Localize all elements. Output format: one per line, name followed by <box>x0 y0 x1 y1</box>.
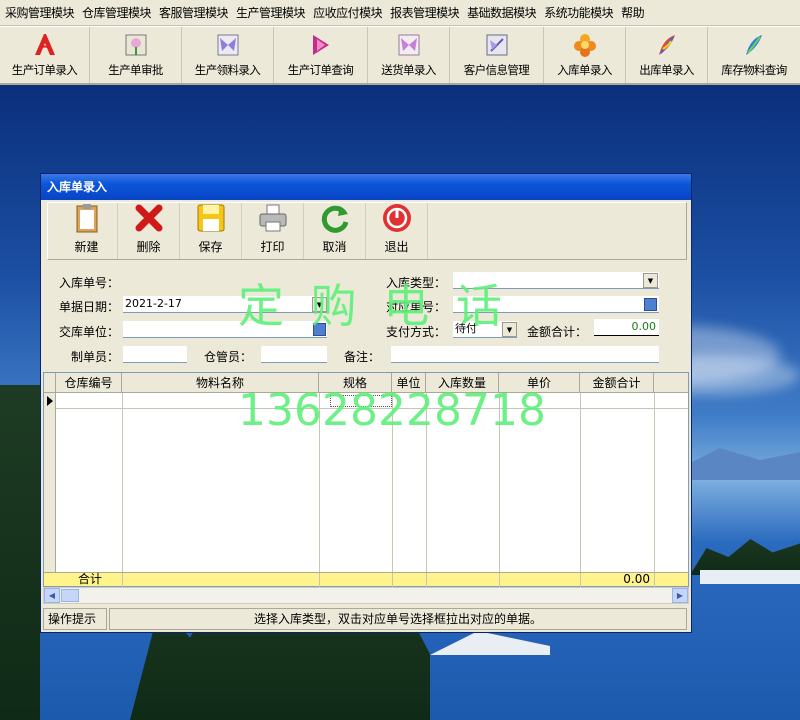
orange-flower-icon <box>571 31 599 59</box>
amount-value: 0.00 <box>594 319 659 336</box>
menu-bar: 采购管理模块 仓库管理模块 客服管理模块 生产管理模块 应收应付模块 报表管理模… <box>0 0 800 26</box>
scroll-left-button[interactable]: ◀ <box>44 588 60 603</box>
keeper-label: 仓管员： <box>204 350 253 364</box>
col-filler <box>654 373 688 393</box>
status-label: 操作提示 <box>43 608 107 630</box>
cancel-button[interactable]: 取消 <box>304 203 366 259</box>
toolbar-customer-info[interactable]: 客户信息管理 <box>450 27 544 83</box>
amount-label: 金额合计： <box>527 325 588 339</box>
menu-receivable-payable[interactable]: 应收应付模块 <box>311 4 388 21</box>
chevron-right-icon: ▶ <box>676 591 684 600</box>
grid-row-header-corner <box>44 373 56 393</box>
butterfly-pink-icon <box>395 31 423 59</box>
chevron-down-icon: ▼ <box>647 276 654 285</box>
scroll-right-button[interactable]: ▶ <box>672 588 688 603</box>
order-no-label: 入库单号： <box>59 276 120 290</box>
toolbar-inbound-entry[interactable]: 入库单录入 <box>544 27 626 83</box>
printer-icon <box>257 202 289 234</box>
chevron-left-icon: ◀ <box>48 591 56 600</box>
menu-help[interactable]: 帮助 <box>619 4 650 21</box>
pdf-document-icon <box>31 31 59 59</box>
red-power-icon <box>381 202 413 234</box>
menu-customer-service[interactable]: 客服管理模块 <box>157 4 234 21</box>
row-header-column <box>44 393 56 573</box>
menu-basic-data[interactable]: 基础数据模块 <box>465 4 542 21</box>
maker-input[interactable] <box>123 346 187 363</box>
watermark-title: 定 购 电 话 <box>238 279 508 333</box>
watermark-phone: 13628228718 <box>238 385 546 436</box>
total-amount: 0.00 <box>623 572 650 586</box>
ref-no-picker-icon[interactable] <box>644 298 657 311</box>
current-row-indicator-icon <box>47 396 53 406</box>
exit-button[interactable]: 退出 <box>366 203 428 259</box>
toolbar-delivery-entry[interactable]: 送货单录入 <box>368 27 450 83</box>
save-button[interactable]: 保存 <box>180 203 242 259</box>
red-x-icon <box>133 202 165 234</box>
toolbar-production-approval[interactable]: 生产单审批 <box>90 27 182 83</box>
total-label: 合计 <box>78 572 103 586</box>
butterfly-icon <box>214 31 242 59</box>
toolbar-production-material-entry[interactable]: 生产领料录入 <box>182 27 274 83</box>
menu-production[interactable]: 生产管理模块 <box>234 4 311 21</box>
toolbar-production-order-query[interactable]: 生产订单查询 <box>274 27 368 83</box>
dialog-title[interactable]: 入库单录入 <box>41 174 691 200</box>
col-warehouse-no[interactable]: 仓库编号 <box>56 373 122 393</box>
grid-line <box>580 393 581 573</box>
scroll-thumb[interactable] <box>61 589 79 602</box>
note-label: 备注： <box>344 350 381 364</box>
dialog-toolbar: 新建 删除 保存 打印 取消 退出 <box>47 202 687 260</box>
flower-approve-icon <box>122 31 150 59</box>
book-butterfly-icon <box>483 31 511 59</box>
horizontal-scrollbar[interactable]: ◀ ▶ <box>43 587 689 604</box>
note-input[interactable] <box>391 346 659 363</box>
date-label: 单据日期： <box>59 300 120 314</box>
col-amount[interactable]: 金额合计 <box>580 373 654 393</box>
green-refresh-icon <box>319 202 351 234</box>
grid-total-row: 合计 0.00 <box>44 572 688 587</box>
grid-line <box>122 393 123 573</box>
grid-line <box>654 393 655 573</box>
colorful-feather-icon <box>653 31 681 59</box>
main-toolbar: 生产订单录入 生产单审批 生产领料录入 生产订单查询 送货单录入 客户信息管理 <box>0 27 800 85</box>
new-button[interactable]: 新建 <box>56 203 118 259</box>
menu-purchase[interactable]: 采购管理模块 <box>3 4 80 21</box>
blue-feather-icon <box>740 31 768 59</box>
floppy-disk-icon <box>195 202 227 234</box>
menu-warehouse[interactable]: 仓库管理模块 <box>80 4 157 21</box>
maker-label: 制单员： <box>71 350 120 364</box>
toolbar-outbound-entry[interactable]: 出库单录入 <box>626 27 708 83</box>
status-bar: 操作提示 选择入库类型，双击对应单号选择框拉出对应的单据。 <box>43 608 689 630</box>
delete-button[interactable]: 删除 <box>118 203 180 259</box>
clipboard-icon <box>71 202 103 234</box>
unit-label: 交库单位： <box>59 325 120 339</box>
inbound-type-dropdown-button[interactable]: ▼ <box>643 273 658 288</box>
toolbar-production-order-entry[interactable]: 生产订单录入 <box>0 27 90 83</box>
print-button[interactable]: 打印 <box>242 203 304 259</box>
keeper-input[interactable] <box>261 346 327 363</box>
magenta-arrow-icon <box>307 31 335 59</box>
status-text: 选择入库类型，双击对应单号选择框拉出对应的单据。 <box>109 608 687 630</box>
menu-system[interactable]: 系统功能模块 <box>542 4 619 21</box>
toolbar-inventory-query[interactable]: 库存物料查询 <box>708 27 800 83</box>
menu-reports[interactable]: 报表管理模块 <box>388 4 465 21</box>
